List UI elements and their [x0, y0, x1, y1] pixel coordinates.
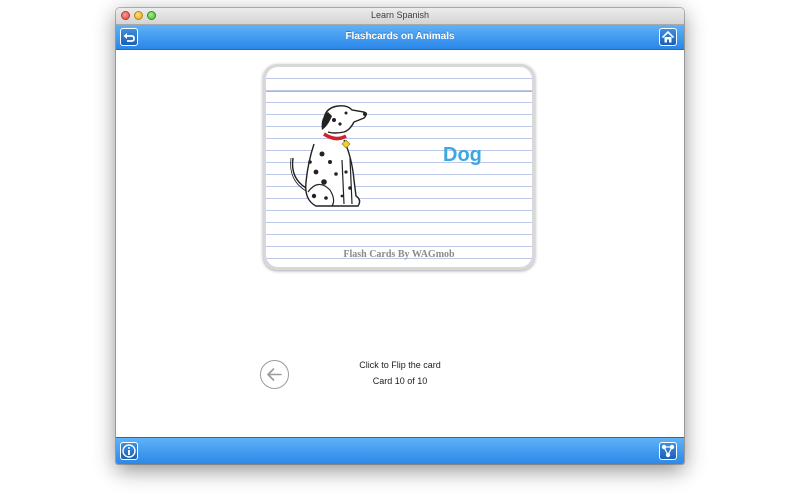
card-counter: Card 10 of 10: [372, 376, 428, 386]
card-word: Dog: [443, 144, 482, 166]
home-button[interactable]: [659, 28, 677, 46]
share-button[interactable]: [659, 442, 677, 460]
main-content: Dog Flash Cards By WAGmob Click to Flip …: [116, 50, 684, 437]
card-footer-credit: Flash Cards By WAGmob: [343, 249, 455, 260]
flashcard[interactable]: Dog Flash Cards By WAGmob: [263, 64, 535, 270]
page-title: Flashcards on Animals: [345, 31, 455, 42]
app-window: Learn Spanish Flashcards on Animals Dog …: [116, 8, 684, 464]
bottom-toolbar: [116, 437, 684, 464]
title-bar: Learn Spanish: [116, 8, 684, 25]
window-title: Learn Spanish: [370, 10, 430, 20]
arrow-left-icon: [267, 368, 282, 381]
info-icon: [122, 444, 136, 458]
previous-card-button[interactable]: [260, 360, 289, 389]
home-icon: [661, 30, 675, 43]
info-button[interactable]: [120, 442, 138, 460]
share-icon: [661, 444, 675, 458]
dalmatian-dog-illustration: [290, 105, 367, 207]
flip-hint-text: Click to Flip the card: [359, 360, 441, 370]
header-bar: Flashcards on Animals: [116, 25, 684, 50]
flashcard-face: Dog Flash Cards By WAGmob: [266, 67, 532, 267]
